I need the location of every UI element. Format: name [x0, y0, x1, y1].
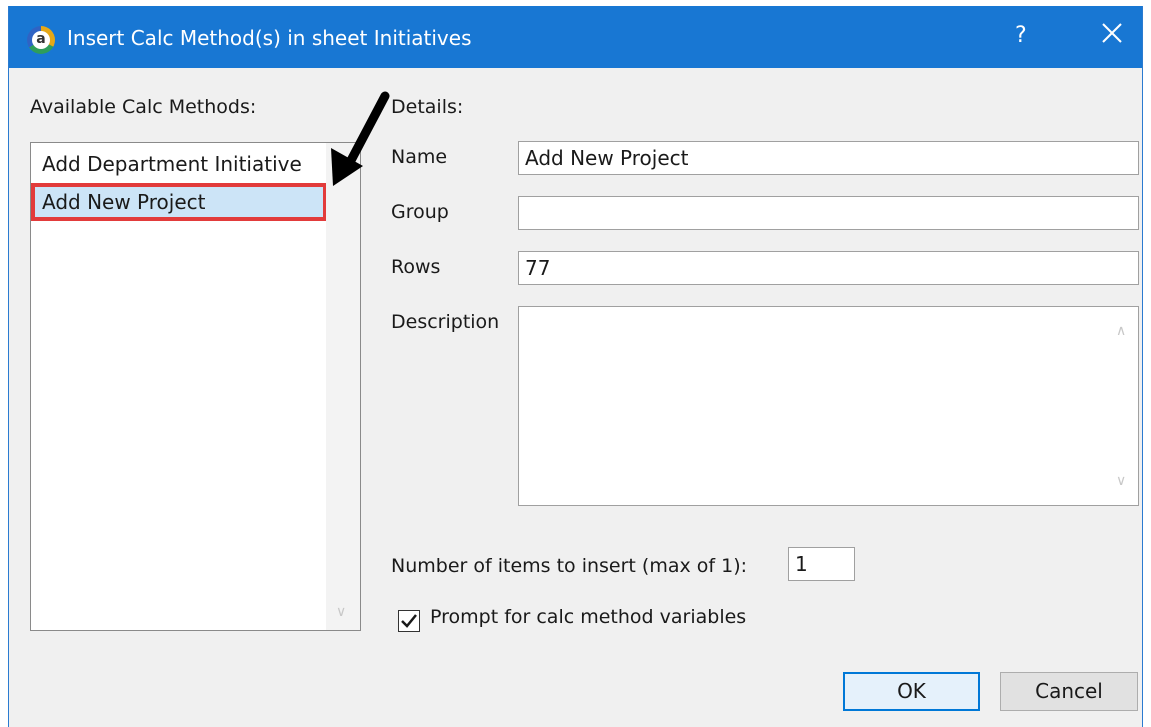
- checkmark-icon: [401, 614, 417, 628]
- chevron-down-icon[interactable]: ∨: [336, 604, 346, 620]
- rows-field[interactable]: 77: [518, 251, 1139, 285]
- ok-button[interactable]: OK: [843, 672, 980, 711]
- items-count-label: Number of items to insert (max of 1):: [391, 555, 748, 577]
- window-title: Insert Calc Method(s) in sheet Initiativ…: [67, 26, 472, 50]
- name-label: Name: [391, 146, 448, 168]
- list-item-add-new-project[interactable]: Add New Project: [31, 183, 327, 221]
- annotation-arrow-icon: [331, 91, 390, 186]
- group-label: Group: [391, 201, 449, 223]
- title-bar: a Insert Calc Method(s) in sheet Initiat…: [9, 6, 1142, 68]
- items-count-field[interactable]: 1: [788, 547, 855, 581]
- name-field[interactable]: Add New Project: [518, 141, 1139, 175]
- app-logo-letter: a: [32, 31, 50, 49]
- details-heading: Details:: [391, 96, 464, 118]
- cancel-button[interactable]: Cancel: [1000, 672, 1138, 711]
- description-field[interactable]: ∧ ∨: [518, 306, 1139, 506]
- insert-calc-method-dialog: a Insert Calc Method(s) in sheet Initiat…: [8, 6, 1143, 727]
- description-label: Description: [391, 311, 500, 333]
- list-item-add-department-initiative[interactable]: Add Department Initiative: [31, 145, 327, 183]
- close-icon[interactable]: [1099, 20, 1125, 46]
- chevron-down-icon[interactable]: ∨: [1116, 465, 1126, 497]
- help-icon[interactable]: ?: [1015, 23, 1027, 48]
- prompt-variables-checkbox[interactable]: [398, 610, 420, 632]
- available-calc-methods-label: Available Calc Methods:: [30, 96, 257, 118]
- rows-label: Rows: [391, 256, 441, 278]
- app-logo-icon: a: [27, 26, 55, 54]
- group-field[interactable]: [518, 196, 1139, 230]
- chevron-up-icon[interactable]: ∧: [1116, 315, 1126, 347]
- calc-methods-list[interactable]: Add Department Initiative Add New Projec…: [30, 142, 361, 631]
- description-scrollbar[interactable]: ∧ ∨: [1108, 307, 1138, 505]
- list-scrollbar[interactable]: ∨: [326, 143, 360, 630]
- prompt-variables-label: Prompt for calc method variables: [430, 606, 747, 628]
